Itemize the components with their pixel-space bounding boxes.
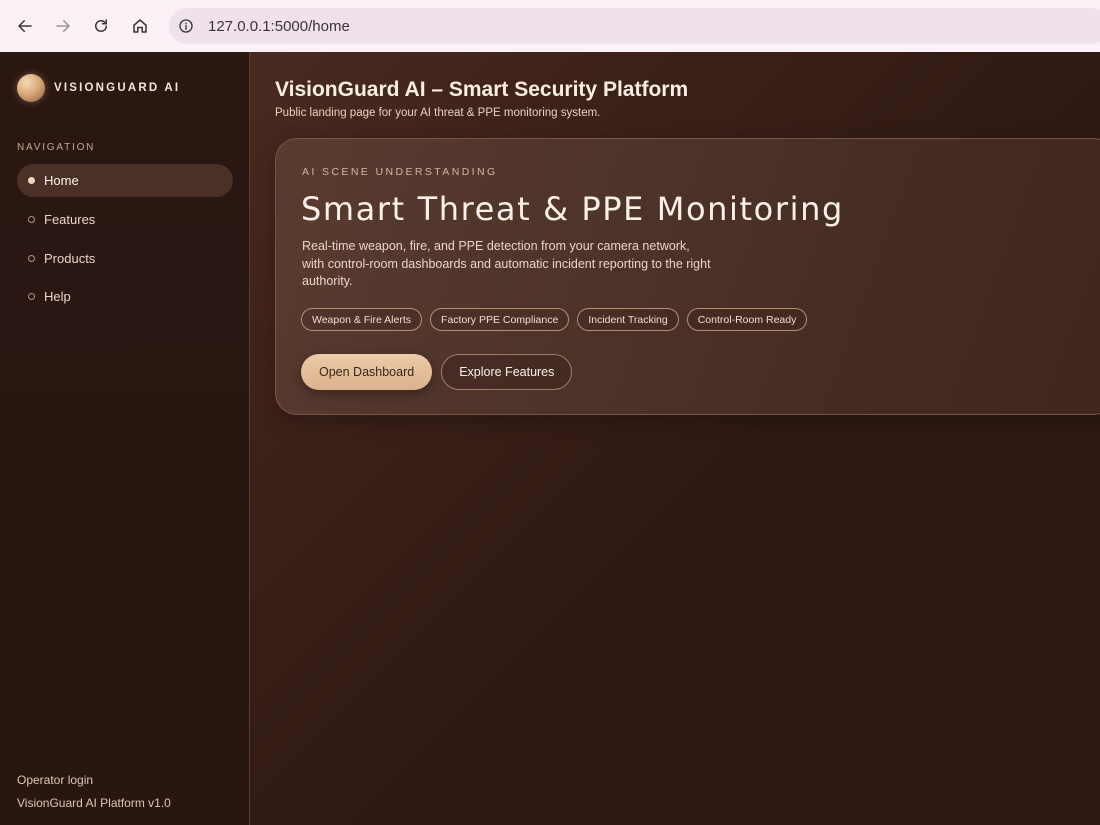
tag-incident-tracking: Incident Tracking <box>577 308 679 331</box>
explore-features-button[interactable]: Explore Features <box>441 354 573 390</box>
url-text[interactable]: 127.0.0.1:5000/home <box>208 18 350 35</box>
sidebar-item-home[interactable]: Home <box>17 164 233 197</box>
app-shell: VISIONGUARD AI NAVIGATION Home Features … <box>0 52 1100 825</box>
sidebar-item-label: Help <box>44 289 71 304</box>
address-bar[interactable]: 127.0.0.1:5000/home <box>169 8 1100 44</box>
page-subtitle: Public landing page for your AI threat &… <box>275 107 601 119</box>
nav-dot-icon <box>28 293 35 300</box>
feature-tags: Weapon & Fire Alerts Factory PPE Complia… <box>301 308 815 331</box>
tag-control-room: Control-Room Ready <box>686 308 808 331</box>
site-info-icon[interactable] <box>175 15 197 37</box>
sidebar-item-label: Home <box>44 173 79 188</box>
browser-toolbar: 127.0.0.1:5000/home <box>0 0 1100 52</box>
nav-dot-icon <box>28 255 35 262</box>
reload-icon[interactable] <box>88 13 114 39</box>
hero-actions: Open Dashboard Explore Features <box>301 354 573 390</box>
sidebar-item-help[interactable]: Help <box>17 280 233 313</box>
sidebar-item-label: Products <box>44 251 96 266</box>
logo-orb-icon <box>17 74 45 102</box>
brand[interactable]: VISIONGUARD AI <box>17 74 180 102</box>
sidebar-item-features[interactable]: Features <box>17 203 233 236</box>
platform-version: VisionGuard AI Platform v1.0 <box>17 796 171 810</box>
hero-eyebrow: AI SCENE UNDERSTANDING <box>302 166 498 178</box>
tag-weapon-fire: Weapon & Fire Alerts <box>301 308 423 331</box>
hero-description: Real-time weapon, fire, and PPE detectio… <box>302 239 711 288</box>
nav-heading: NAVIGATION <box>17 142 96 153</box>
sidebar-item-products[interactable]: Products <box>17 242 233 275</box>
main-content: VisionGuard AI – Smart Security Platform… <box>250 52 1100 825</box>
forward-arrow-icon[interactable] <box>50 13 76 39</box>
open-dashboard-button[interactable]: Open Dashboard <box>301 354 433 390</box>
nav-dot-icon <box>28 216 35 223</box>
brand-name: VISIONGUARD AI <box>54 82 181 94</box>
hero-title: Smart Threat & PPE Monitoring <box>301 190 844 228</box>
back-arrow-icon[interactable] <box>12 13 38 39</box>
page-title: VisionGuard AI – Smart Security Platform <box>275 78 689 101</box>
tag-ppe-compliance: Factory PPE Compliance <box>430 308 570 331</box>
operator-login-link[interactable]: Operator login <box>17 773 93 787</box>
home-icon[interactable] <box>127 13 153 39</box>
nav-dot-icon <box>28 177 35 184</box>
sidebar-item-label: Features <box>44 212 96 227</box>
hero-card: AI SCENE UNDERSTANDING Smart Threat & PP… <box>275 138 1100 415</box>
sidebar: VISIONGUARD AI NAVIGATION Home Features … <box>0 52 250 825</box>
